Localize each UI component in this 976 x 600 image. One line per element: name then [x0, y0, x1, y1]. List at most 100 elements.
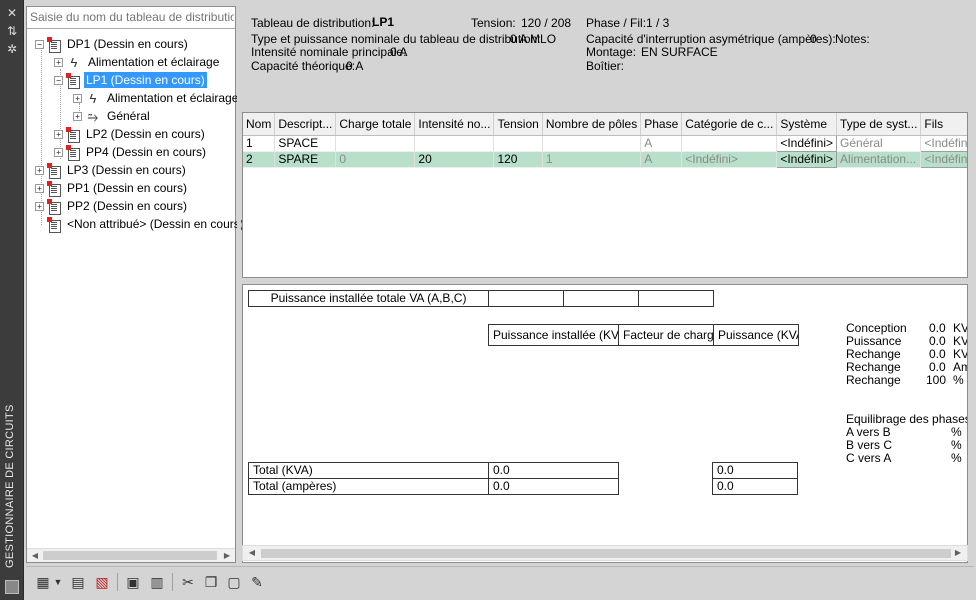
column-header[interactable]: Tension: [493, 113, 543, 136]
tree-node-lp1-power-lighting[interactable]: + ϟ Alimentation et éclairage: [73, 89, 240, 107]
column-header[interactable]: Catégorie de c...: [681, 113, 778, 136]
table-cell[interactable]: <Indéfini>: [681, 151, 778, 168]
table-cell[interactable]: 20: [414, 151, 495, 168]
table-cell[interactable]: 2: [243, 151, 276, 168]
rating-label: Type et puissance nominale du tableau de…: [251, 32, 541, 46]
close-icon[interactable]: ✕: [5, 6, 19, 20]
scroll-left-icon[interactable]: ◀: [246, 547, 258, 559]
table-row[interactable]: 1 SPACE A <Indéfini> Général <Indéfini>: [243, 134, 967, 152]
b-to-c-label: B vers C: [846, 438, 893, 452]
new-circuit-icon[interactable]: ▤: [68, 572, 88, 592]
assign-icon[interactable]: ✎: [247, 572, 267, 592]
scroll-right-icon[interactable]: ▶: [952, 547, 964, 559]
panel-search-box[interactable]: [27, 7, 235, 29]
cut-icon[interactable]: ✂: [178, 572, 198, 592]
total-kva-power: 0.0: [712, 462, 798, 479]
c-to-a-unit: %: [951, 451, 962, 465]
table-cell[interactable]: <Indéfini>: [776, 150, 838, 168]
scroll-left-icon[interactable]: ◀: [29, 550, 41, 562]
table-cell[interactable]: 1: [542, 151, 642, 168]
tree-node-unassigned[interactable]: <Non attribué> (Dessin en cours): [35, 215, 246, 233]
expand-icon[interactable]: +: [35, 165, 44, 175]
power-label: Puissance: [846, 334, 902, 348]
panel-icon: [47, 180, 61, 197]
palette-title-bar: ✕ ⇅ ✲ GESTIONNAIRE DE CIRCUITS: [0, 0, 24, 600]
tree-node-pp4[interactable]: + PP4 (Dessin en cours): [54, 143, 208, 161]
tree-node-lp1-general[interactable]: + ⥲ Général: [73, 107, 152, 125]
expand-icon[interactable]: +: [54, 57, 63, 67]
expand-icon[interactable]: +: [54, 129, 63, 139]
table-cell[interactable]: 0: [335, 151, 416, 168]
tree-node-dp1[interactable]: − DP1 (Dessin en cours): [35, 35, 190, 53]
column-header[interactable]: Nombre de pôles: [542, 113, 642, 136]
table-cell[interactable]: <Indéfini>: [920, 134, 967, 152]
dropdown-arrow-icon[interactable]: ▼: [52, 572, 64, 592]
table-cell[interactable]: <Indéfini>: [776, 134, 838, 152]
phase-balance-title: Equilibrage des phases: [846, 412, 968, 426]
delete-circuit-icon[interactable]: ▧: [92, 572, 112, 592]
collapse-icon[interactable]: −: [35, 39, 44, 49]
tree-node-lp3[interactable]: + LP3 (Dessin en cours): [35, 161, 188, 179]
auto-hide-icon[interactable]: ⇅: [5, 24, 19, 38]
tree-horizontal-scrollbar[interactable]: ◀ ▶: [27, 548, 235, 562]
table-cell[interactable]: [335, 135, 416, 152]
expand-icon[interactable]: +: [35, 201, 44, 211]
tree-node-power-lighting[interactable]: + ϟ Alimentation et éclairage: [54, 53, 221, 71]
table-cell[interactable]: [542, 135, 642, 152]
spare-amp-value: 0.0: [929, 360, 946, 374]
table-cell[interactable]: SPARE: [274, 151, 337, 168]
expand-icon[interactable]: +: [73, 111, 82, 121]
properties-gear-icon[interactable]: ✲: [5, 42, 19, 56]
table-row[interactable]: 2 SPARE 0 20 120 1 A <Indéfini> <Indéfin…: [243, 150, 967, 168]
expand-icon[interactable]: +: [35, 183, 44, 193]
tree-node-lp1[interactable]: − LP1 (Dessin en cours): [54, 71, 207, 89]
column-header[interactable]: Descript...: [274, 113, 337, 136]
table-cell[interactable]: Alimentation...: [836, 151, 922, 168]
table-cell[interactable]: 120: [493, 151, 543, 168]
tree-node-lp2[interactable]: + LP2 (Dessin en cours): [54, 125, 207, 143]
table-cell[interactable]: SPACE: [274, 135, 337, 152]
splitter[interactable]: [237, 6, 241, 563]
table-cell[interactable]: A: [640, 135, 683, 152]
column-header[interactable]: Nom: [243, 113, 276, 136]
table-cell[interactable]: A: [640, 151, 683, 168]
phase-b-cell: [563, 290, 639, 307]
copy-icon[interactable]: ❐: [201, 572, 221, 592]
table-cell[interactable]: [414, 135, 495, 152]
paste-icon[interactable]: ▢: [224, 572, 244, 592]
table-cell[interactable]: <Indéfini>: [920, 150, 967, 168]
column-header[interactable]: Type de syst...: [836, 113, 922, 136]
tree-node-pp1[interactable]: + PP1 (Dessin en cours): [35, 179, 189, 197]
column-header[interactable]: Phase: [640, 113, 683, 136]
expand-icon[interactable]: +: [73, 93, 82, 103]
circuit-manager: − DP1 (Dessin en cours) + ϟ Alimentation…: [24, 0, 976, 600]
palette-menu-icon[interactable]: [5, 580, 19, 594]
column-header[interactable]: Système: [776, 113, 838, 136]
table-cell[interactable]: Général: [836, 135, 922, 152]
column-header[interactable]: Fils: [920, 113, 967, 136]
table-cell[interactable]: [493, 135, 543, 152]
scroll-thumb[interactable]: [43, 551, 217, 560]
schedule-icon[interactable]: ▥: [147, 572, 167, 592]
spare-percent-label: Rechange: [846, 373, 901, 387]
table-cell[interactable]: 1: [243, 135, 276, 152]
total-amps-power: 0.0: [712, 478, 798, 495]
interrupt-label: Capacité d'interruption asymétrique (amp…: [586, 32, 836, 46]
new-panel-icon[interactable]: ▦: [33, 572, 53, 592]
total-amps-row: Total (ampères) 0.0: [248, 478, 619, 495]
tree-node-pp2[interactable]: + PP2 (Dessin en cours): [35, 197, 189, 215]
properties-icon[interactable]: ▣: [123, 572, 143, 592]
spare-percent-unit: %: [953, 373, 964, 387]
table-cell[interactable]: [681, 135, 778, 152]
column-header[interactable]: Charge totale: [335, 113, 416, 136]
main-current-value: 0 A: [390, 45, 408, 59]
expand-icon[interactable]: +: [54, 147, 63, 157]
summary-horizontal-scrollbar[interactable]: ◀ ▶: [242, 545, 968, 561]
collapse-icon[interactable]: −: [54, 75, 63, 85]
panel-search-input[interactable]: [30, 10, 234, 24]
main-current-label: Intensité nominale principale:: [251, 45, 407, 59]
column-header[interactable]: Intensité no...: [414, 113, 495, 136]
scroll-thumb[interactable]: [261, 549, 951, 558]
scroll-right-icon[interactable]: ▶: [221, 550, 233, 562]
total-kva-row: Total (KVA) 0.0: [248, 462, 619, 479]
